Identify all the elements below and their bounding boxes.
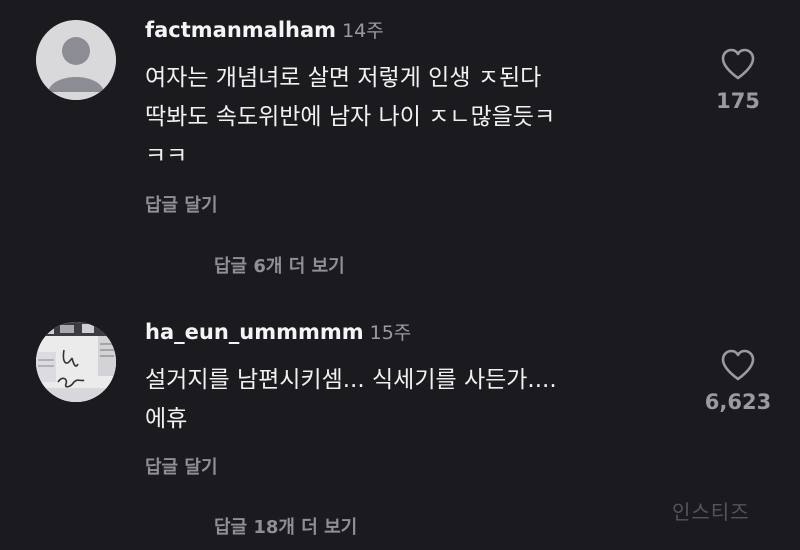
comment-line: 에휴 <box>145 406 188 432</box>
like-count: 6,623 <box>704 390 772 414</box>
profile-photo <box>36 322 116 402</box>
view-replies-button[interactable]: 답글 18개 더 보기 <box>214 513 357 539</box>
comment-2: ha_eun_ummmmm 15주 설거지를 남편시키셈... 식세기를 사든가.… <box>0 0 800 550</box>
avatar[interactable] <box>36 322 116 402</box>
watermark: 인스티즈 <box>672 500 750 524</box>
username-text[interactable]: ha_eun_ummmmm <box>145 320 364 344</box>
reply-button[interactable]: 답글 달기 <box>145 453 218 479</box>
like-area: 6,623 <box>700 349 776 414</box>
heart-icon[interactable] <box>720 349 756 381</box>
comment-line: 설거지를 남편시키셈... 식세기를 사든가.... <box>145 367 557 393</box>
comment-text: 설거지를 남편시키셈... 식세기를 사든가.... 에휴 <box>145 361 685 439</box>
comment-time: 15주 <box>369 322 412 344</box>
username[interactable]: ha_eun_ummmmm 15주 <box>145 318 411 345</box>
